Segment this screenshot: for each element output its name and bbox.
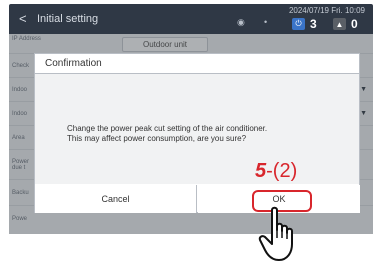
power-icon: ⏻ [292,18,305,30]
dialog-message-line: Change the power peak cut setting of the… [67,124,268,133]
page-title: Initial setting [37,13,99,25]
step-number: 5 [255,160,267,182]
datetime-text: 2024/07/19 Fri. 10:09 [288,6,365,15]
back-chevron-icon[interactable]: < [19,11,27,26]
dialog-message: Change the power peak cut setting of the… [67,124,347,144]
pointing-hand-icon [258,206,293,261]
header-bar: < Initial setting 2024/07/19 Fri. 10:09 … [9,4,373,34]
alert-icon: ▲ [333,18,346,30]
confirmation-dialog: Confirmation Change the power peak cut s… [34,53,360,213]
cancel-button[interactable]: Cancel [35,185,197,213]
dot-icon: • [264,17,268,27]
camera-icon: ◉ [237,17,245,27]
step-sub: -(2) [266,160,298,182]
dialog-title: Confirmation [35,54,359,74]
step-annotation: 5-(2) [255,160,297,183]
alert-count: 0 [351,17,358,31]
power-count: 3 [310,17,317,31]
dialog-message-line: This may affect power consumption, are y… [67,134,247,143]
